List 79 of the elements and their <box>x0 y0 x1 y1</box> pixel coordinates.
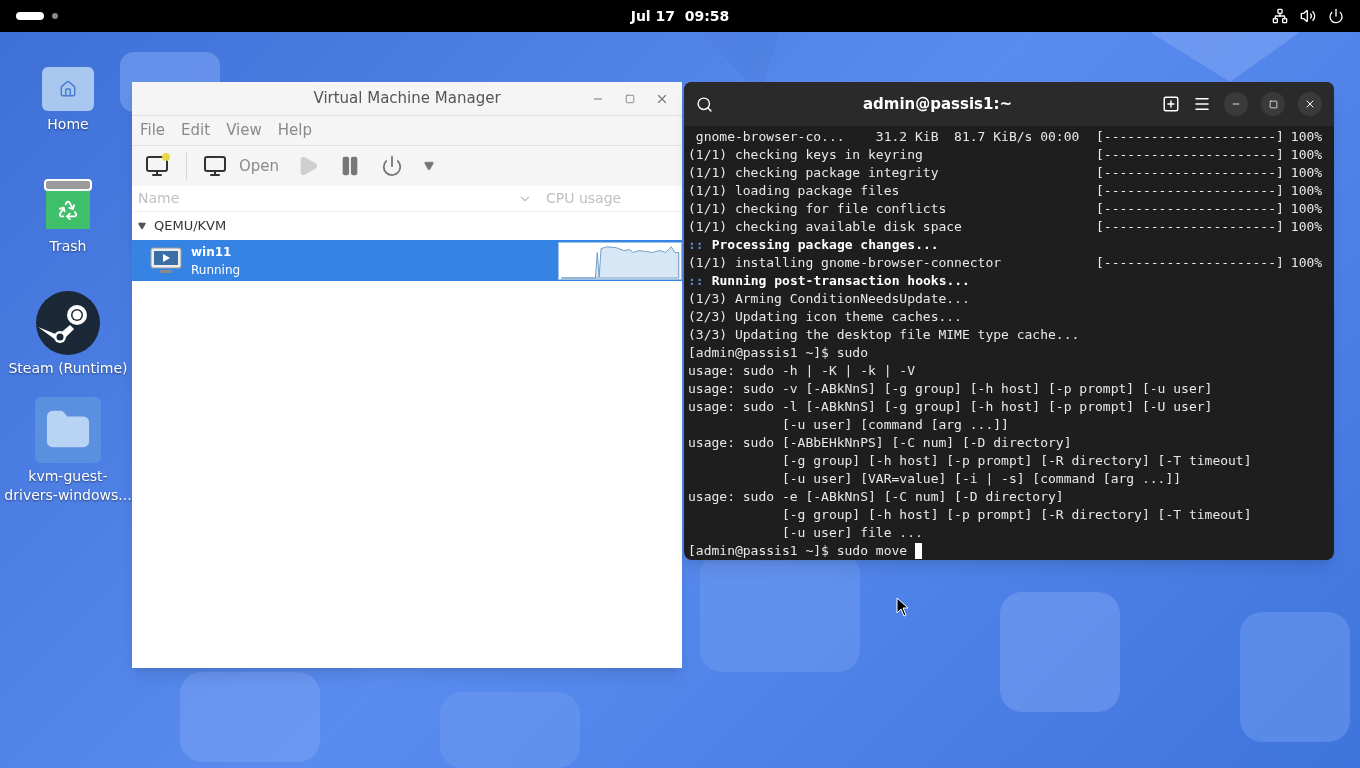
terminal-line: usage: sudo -h | -K | -k | -V <box>688 362 916 380</box>
terminal-line: [-u user] [VAR=value] [-i | -s] [command [arg ...]] <box>780 470 1183 488</box>
progress-bar-text: [----------------------] <box>1096 146 1284 164</box>
menu-item[interactable]: File <box>140 119 166 142</box>
section-marker: :: <box>688 272 704 290</box>
menu-item[interactable]: Help <box>277 119 312 142</box>
terminal-line: usage: sudo -v [-ABkNnS] [-g group] [-h host] [-p prompt] [-u user] <box>688 380 1214 398</box>
desktop-icon-label[interactable]: Steam (Runtime) <box>3 358 133 378</box>
vm-name: win11 <box>191 243 233 261</box>
minimize-button[interactable] <box>1224 92 1248 116</box>
volume-icon[interactable] <box>1300 8 1316 24</box>
terminal-line: [-g group] [-h host] [-p prompt] [-R directory] [-T timeout] <box>780 452 1253 470</box>
maximize-icon <box>625 94 635 104</box>
open-button[interactable]: Open <box>203 154 280 178</box>
desktop-icon-label[interactable]: Trash <box>3 236 133 256</box>
terminal-line: (1/1) installing gnome-browser-connector <box>688 254 1003 272</box>
progress-bar-text: [----------------------] <box>1096 164 1284 182</box>
search-icon[interactable] <box>696 95 713 113</box>
workspace-indicator[interactable] <box>16 12 44 20</box>
terminal-line: usage: sudo -l [-ABkNnS] [-g group] [-h host] [-p prompt] [-U user] <box>688 398 1214 416</box>
terminal-line: (1/1) checking package integrity <box>688 164 940 182</box>
mouse-pointer-icon <box>896 597 910 617</box>
window-title: Virtual Machine Manager <box>313 88 501 110</box>
close-button[interactable] <box>1298 92 1322 116</box>
network-icon[interactable] <box>1272 8 1288 24</box>
clock[interactable]: Jul 17 09:58 <box>630 5 730 27</box>
terminal-line: usage: sudo [-ABbEHkNnPS] [-C num] [-D directory] <box>688 434 1073 452</box>
power-icon[interactable] <box>1328 8 1344 24</box>
terminal-line: gnome-browser-co... 31.2 KiB 81.7 KiB/s 00:00 <box>694 128 1081 146</box>
terminal-heading: Running post-transaction hooks... <box>711 272 970 290</box>
terminal-line: [-u user] file ... <box>780 524 924 542</box>
close-icon <box>1304 98 1316 110</box>
menu-item[interactable]: Edit <box>181 119 211 142</box>
close-icon <box>655 92 669 106</box>
terminal-line: [-g group] [-h host] [-p prompt] [-R directory] [-T timeout] <box>780 506 1253 524</box>
percent-text: 100% <box>1290 128 1323 146</box>
monitor-icon <box>203 154 227 178</box>
new-tab-icon[interactable] <box>1162 95 1180 113</box>
expander-icon[interactable] <box>138 222 146 230</box>
terminal-line: (1/1) loading package files <box>688 182 901 200</box>
percent-text: 100% <box>1290 200 1323 218</box>
terminal-line: (2/3) Updating icon theme caches... <box>688 308 963 326</box>
window-title: admin@passis1:~ <box>862 93 1013 115</box>
terminal-line: (1/1) checking for file conflicts <box>688 200 948 218</box>
terminal-heading: Processing package changes... <box>711 236 939 254</box>
terminal-line: (1/1) checking available disk space <box>688 218 963 236</box>
terminal-line: (1/1) checking keys in keyring <box>688 146 924 164</box>
progress-bar-text: [----------------------] <box>1096 218 1284 236</box>
terminal-line: [-u user] [command [arg ...]] <box>780 416 1010 434</box>
connection-name: QEMU/KVM <box>154 217 227 236</box>
vm-status: Running <box>191 261 242 279</box>
progress-bar-text: [----------------------] <box>1096 254 1284 272</box>
terminal-line: (1/3) Arming ConditionNeedsUpdate... <box>688 290 971 308</box>
terminal-line: (3/3) Updating the desktop file MIME type cache... <box>688 326 1081 344</box>
percent-text: 100% <box>1290 218 1323 236</box>
terminal-prompt[interactable]: [admin@passis1 ~]$ sudo move <box>688 542 908 560</box>
maximize-button[interactable] <box>1261 92 1285 116</box>
progress-bar-text: [----------------------] <box>1096 182 1284 200</box>
monitor-icon <box>150 246 182 275</box>
terminal-line: [admin@passis1 ~]$ sudo <box>688 344 869 362</box>
percent-text: 100% <box>1290 254 1323 272</box>
section-marker: :: <box>688 236 704 254</box>
text-cursor <box>915 543 923 559</box>
desktop-icon-label[interactable]: Home <box>3 114 133 134</box>
percent-text: 100% <box>1290 164 1323 182</box>
new-vm-button[interactable] <box>144 153 170 179</box>
vm-row[interactable]: win11 Running <box>132 240 682 281</box>
folder-icon <box>35 397 101 463</box>
steam-logo-icon <box>36 290 100 355</box>
percent-text: 100% <box>1290 146 1323 164</box>
progress-bar-text: [----------------------] <box>1096 128 1284 146</box>
home-folder-icon <box>42 66 94 111</box>
desktop-icon-label[interactable]: kvm-guest-drivers-windows... <box>3 467 133 505</box>
percent-text: 100% <box>1290 182 1323 200</box>
terminal-line: usage: sudo -e [-ABkNnS] [-C num] [-D directory] <box>688 488 1065 506</box>
menu-item[interactable]: View <box>226 119 262 142</box>
progress-bar-text: [----------------------] <box>1096 200 1284 218</box>
maximize-icon <box>1268 99 1278 109</box>
menu-icon[interactable] <box>1193 95 1211 113</box>
